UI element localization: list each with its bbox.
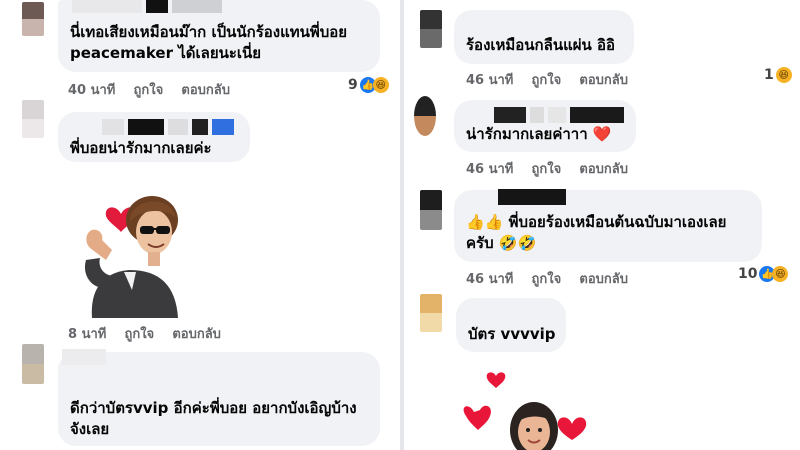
reaction-summary[interactable]: 10 👍 😆 — [738, 266, 789, 282]
like-link[interactable]: ถูกใจ — [532, 73, 562, 88]
haha-icon: 😆 — [372, 77, 389, 93]
redacted-author-name[interactable] — [62, 348, 106, 366]
like-link[interactable]: ถูกใจ — [124, 327, 154, 342]
left-comment-panel: นี่เทอเสียงเหมือนม๊าก เป็นนักร้องแทนพี่บ… — [0, 0, 400, 450]
reply-link[interactable]: ตอบกลับ — [172, 327, 221, 342]
avatar-heart-hands-sticker — [72, 190, 190, 318]
comment-text: จังเลย — [70, 420, 110, 438]
right-comment-panel: ร้องเหมือนกลืนแผ่น อิอิ 46 นาที ถูกใจ ตอ… — [404, 0, 800, 450]
comment-time[interactable]: 46 นาที — [466, 162, 513, 177]
haha-icon: 😆 — [775, 67, 792, 83]
comment-bubble: บัตร vvvvip — [456, 298, 566, 352]
comment-bubble: 👍👍 พี่บอยร้องเหมือนต้นฉบับมาเองเลย ครับ … — [454, 188, 762, 262]
comment-text: ครับ 🤣🤣 — [466, 234, 537, 252]
comment-text-body: น่ารักมากเลยค่าาา ❤️ — [466, 125, 612, 143]
avatar[interactable] — [22, 344, 44, 384]
comment-bubble: ดีกว่าบัตรvvip อีกค่ะพี่บอย อยากบังเอิญบ… — [58, 349, 380, 446]
comment-text: พี่บอยน่ารักมากเลยค่ะ — [70, 139, 212, 157]
reaction-count: 1 — [764, 67, 774, 83]
comment-time[interactable]: 8 นาที — [68, 327, 106, 342]
reaction-summary[interactable]: 9 👍 😆 — [348, 77, 389, 93]
redacted-author-name[interactable] — [498, 188, 566, 206]
comment-time[interactable]: 46 นาที — [466, 73, 513, 88]
comment-text: ร้องเหมือนกลืนแผ่น อิอิ — [466, 36, 616, 54]
reaction-count: 9 — [348, 77, 358, 93]
comment-bubble: น่ารักมากเลยค่าาา ❤️ — [454, 100, 636, 152]
reaction-summary[interactable]: 1 😆 — [764, 67, 792, 83]
reaction-count: 10 — [738, 266, 758, 282]
comment-text: น่ารักมากเลยค่าาา ❤️ — [466, 124, 612, 145]
reply-link[interactable]: ตอบกลับ — [579, 73, 628, 88]
avatar[interactable] — [414, 96, 436, 136]
reply-link[interactable]: ตอบกลับ — [579, 272, 628, 287]
comment-bubble: พี่บอยน่ารักมากเลยค่ะ — [58, 112, 250, 162]
comment-text: ดีกว่าบัตรvvip อีกค่ะพี่บอย อยากบังเอิญบ… — [70, 399, 357, 417]
comment-meta: 46 นาที ถูกใจ ตอบกลับ — [466, 158, 642, 179]
avatar[interactable] — [420, 294, 442, 332]
comment-meta: 40 นาที ถูกใจ ตอบกลับ — [68, 79, 244, 100]
comment-text: 👍👍 พี่บอยร้องเหมือนต้นฉบับมาเองเลย — [466, 213, 727, 231]
comment-text: peacemaker ได้เลยนะเนี่ย — [70, 44, 262, 62]
comment-time[interactable]: 40 นาที — [68, 83, 115, 98]
comment-bubble: ร้องเหมือนกลืนแผ่น อิอิ — [454, 10, 634, 64]
like-link[interactable]: ถูกใจ — [134, 83, 164, 98]
avatar[interactable] — [420, 10, 442, 48]
comment-time[interactable]: 46 นาที — [466, 272, 513, 287]
comment-meta: 46 นาที ถูกใจ ตอบกลับ — [466, 69, 642, 90]
comment-meta: 46 นาที ถูกใจ ตอบกลับ — [466, 268, 642, 289]
redacted-author-name[interactable] — [494, 106, 624, 124]
redacted-author-name[interactable] — [102, 118, 234, 136]
like-link[interactable]: ถูกใจ — [532, 272, 562, 287]
haha-icon: 😆 — [772, 266, 789, 282]
avatar[interactable] — [420, 190, 442, 230]
comment-text: นี่เทอเสียงเหมือนม๊าก เป็นนักร้องแทนพี่บ… — [70, 23, 348, 41]
redacted-author-name[interactable] — [72, 0, 222, 14]
avatar[interactable] — [22, 2, 44, 36]
comment-meta: 8 นาที ถูกใจ ตอบกลับ — [68, 323, 235, 344]
reply-link[interactable]: ตอบกลับ — [181, 83, 230, 98]
like-link[interactable]: ถูกใจ — [532, 162, 562, 177]
avatar[interactable] — [22, 100, 44, 138]
comment-bubble: นี่เทอเสียงเหมือนม๊าก เป็นนักร้องแทนพี่บ… — [58, 0, 380, 72]
avatar-hearts-sticker — [460, 370, 600, 450]
comment-text: บัตร vvvvip — [468, 325, 556, 343]
reply-link[interactable]: ตอบกลับ — [579, 162, 628, 177]
